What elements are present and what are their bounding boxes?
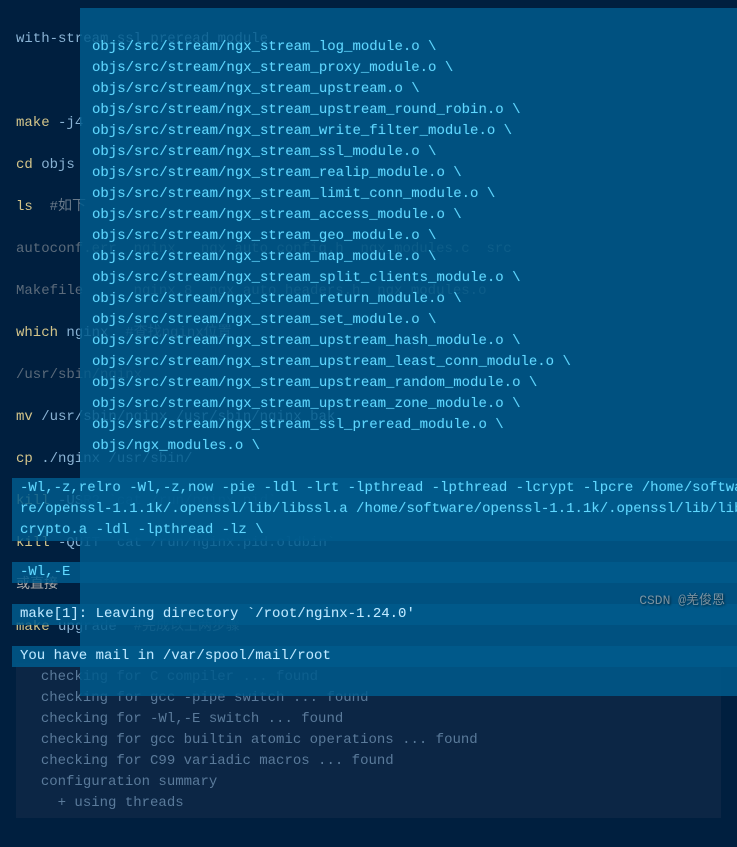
obj-file-line: objs/src/stream/ngx_stream_upstream_leas… [92, 352, 737, 373]
obj-file-line: objs/src/stream/ngx_stream_upstream_zone… [92, 394, 737, 415]
obj-file-line: objs/src/stream/ngx_stream_upstream_rand… [92, 373, 737, 394]
obj-files-list: objs/src/stream/ngx_stream_log_module.o … [92, 37, 737, 457]
cmd-cp: cp [16, 451, 33, 467]
obj-file-line: objs/src/stream/ngx_stream_split_clients… [92, 268, 737, 289]
cmd-ls: ls [16, 199, 33, 215]
obj-file-line: objs/src/stream/ngx_stream_geo_module.o … [92, 226, 737, 247]
obj-file-line: objs/src/stream/ngx_stream_upstream_hash… [92, 331, 737, 352]
mail-notice: You have mail in /var/spool/mail/root [12, 646, 737, 667]
obj-file-line: objs/src/stream/ngx_stream_limit_conn_mo… [92, 184, 737, 205]
obj-file-line: objs/src/stream/ngx_stream_realip_module… [92, 163, 737, 184]
wle-flag: -Wl,-E [12, 562, 737, 583]
obj-file-line: objs/src/stream/ngx_stream_ssl_module.o … [92, 142, 737, 163]
cmd-mv: mv [16, 409, 33, 425]
watermark: CSDN @羌俊恩 [639, 591, 725, 611]
obj-file-line: objs/src/stream/ngx_stream_write_filter_… [92, 121, 737, 142]
obj-file-line: objs/src/stream/ngx_stream_proxy_module.… [92, 58, 737, 79]
obj-file-line: objs/src/stream/ngx_stream_ssl_preread_m… [92, 415, 737, 436]
obj-file-line: objs/src/stream/ngx_stream_upstream.o \ [92, 79, 737, 100]
obj-file-line: objs/src/stream/ngx_stream_set_module.o … [92, 310, 737, 331]
obj-file-line: objs/ngx_modules.o \ [92, 436, 737, 457]
obj-file-line: objs/src/stream/ngx_stream_map_module.o … [92, 247, 737, 268]
cmd-cd: cd [16, 157, 33, 173]
cmd-make: make [16, 115, 50, 131]
obj-file-line: objs/src/stream/ngx_stream_access_module… [92, 205, 737, 226]
obj-file-line: objs/src/stream/ngx_stream_return_module… [92, 289, 737, 310]
linker-flags: -Wl,-z,relro -Wl,-z,now -pie -ldl -lrt -… [12, 478, 737, 541]
obj-file-line: objs/src/stream/ngx_stream_upstream_roun… [92, 100, 737, 121]
cmd-which: which [16, 325, 58, 341]
obj-file-line: objs/src/stream/ngx_stream_log_module.o … [92, 37, 737, 58]
